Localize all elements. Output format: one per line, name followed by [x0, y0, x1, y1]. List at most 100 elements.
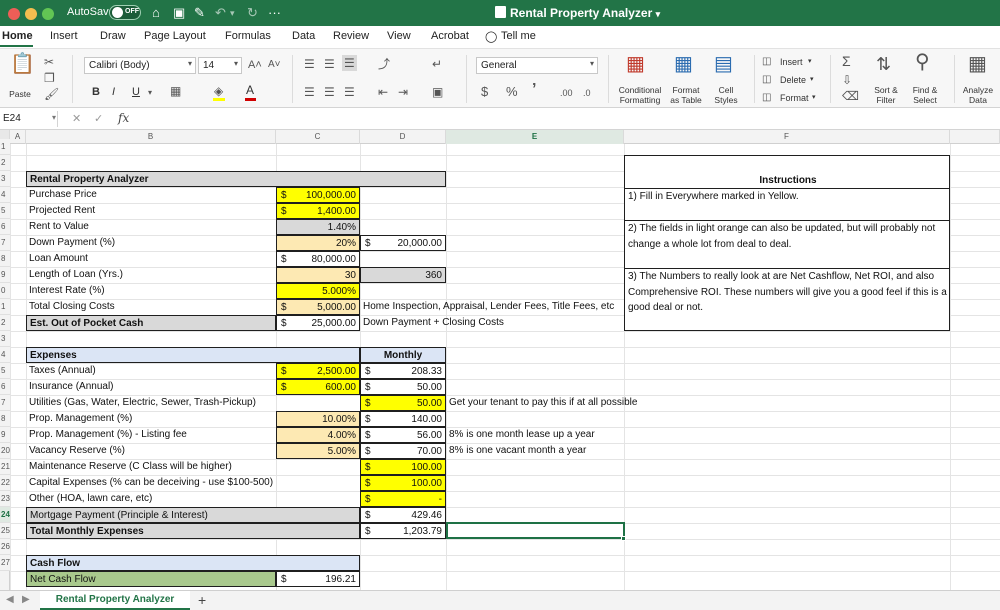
chevron-down-icon[interactable]: ▾	[148, 86, 152, 100]
label-other[interactable]: Other (HOA, lawn care, etc)	[26, 491, 276, 507]
autosum-icon[interactable]: Σ	[842, 54, 851, 68]
row-header[interactable]: 21	[0, 459, 10, 475]
label-capex[interactable]: Capital Expenses (% can be deceiving - u…	[26, 475, 276, 491]
redo-icon[interactable]: ↻	[247, 5, 258, 21]
row-header[interactable]: 2	[0, 155, 10, 171]
column-header-a[interactable]: A	[10, 130, 26, 144]
input-down-payment[interactable]: 20%	[276, 235, 360, 251]
row-header[interactable]: 23	[0, 491, 10, 507]
input-taxes[interactable]: $2,500.00	[276, 363, 360, 379]
row-header[interactable]: 7	[0, 235, 10, 251]
row-header[interactable]: 6	[0, 219, 10, 235]
wrap-text-icon[interactable]: ↵	[432, 57, 442, 71]
align-middle-icon[interactable]: ☰	[324, 57, 335, 71]
close-window-button[interactable]	[8, 8, 20, 20]
monthly-mortgage[interactable]: $429.46	[360, 507, 446, 523]
increase-decimal-icon[interactable]: .00	[560, 86, 573, 100]
format-as-table-button[interactable]: ▦ Format as Table	[666, 53, 706, 105]
label-down-payment[interactable]: Down Payment (%)	[26, 235, 276, 251]
label-loan-amount[interactable]: Loan Amount	[26, 251, 276, 267]
monthly-prop-mgmt[interactable]: $140.00	[360, 411, 446, 427]
row-header[interactable]: 3	[0, 171, 10, 187]
column-header-d[interactable]: D	[360, 130, 446, 144]
input-loan-length[interactable]: 30	[276, 267, 360, 283]
clear-icon[interactable]: ⌫	[842, 89, 859, 103]
italic-button[interactable]: I	[112, 85, 115, 99]
label-utilities[interactable]: Utilities (Gas, Water, Electric, Sewer, …	[26, 395, 276, 411]
merge-center-icon[interactable]: ▣	[432, 85, 443, 99]
fill-color-icon[interactable]: ◈	[214, 84, 223, 98]
label-prop-mgmt[interactable]: Prop. Management (%)	[26, 411, 276, 427]
undo-icon[interactable]: ↶	[215, 5, 226, 21]
font-name-select[interactable]: Calibri (Body) ▾	[84, 57, 196, 74]
note-vacancy[interactable]: 8% is one vacant month a year	[446, 443, 624, 459]
column-header-c[interactable]: C	[276, 130, 360, 144]
label-total-monthly[interactable]: Total Monthly Expenses	[26, 523, 360, 539]
label-mortgage[interactable]: Mortgage Payment (Principle & Interest)	[26, 507, 360, 523]
label-closing-costs[interactable]: Total Closing Costs	[26, 299, 276, 315]
input-maintenance[interactable]: $100.00	[360, 459, 446, 475]
borders-icon[interactable]: ▦	[170, 84, 181, 98]
save-icon[interactable]: ▣	[173, 5, 185, 21]
edit-icon[interactable]: ✎	[194, 5, 205, 21]
label-prop-mgmt-listing[interactable]: Prop. Management (%) - Listing fee	[26, 427, 276, 443]
tab-data[interactable]: Data	[292, 30, 315, 42]
next-sheet-icon[interactable]: ▶	[22, 594, 30, 605]
zoom-window-button[interactable]	[42, 8, 54, 20]
orientation-icon[interactable]: ⤴	[378, 57, 390, 71]
add-sheet-button[interactable]: +	[198, 592, 206, 608]
note-prop-mgmt-listing[interactable]: 8% is one month lease up a year	[446, 427, 624, 443]
insert-function-button[interactable]: fx	[118, 111, 129, 125]
column-header-b[interactable]: B	[26, 130, 276, 144]
row-header[interactable]: 25	[0, 523, 10, 539]
row-header[interactable]: 6	[0, 379, 10, 395]
label-vacancy[interactable]: Vacancy Reserve (%)	[26, 443, 276, 459]
input-utilities[interactable]: $50.00	[360, 395, 446, 411]
bold-button[interactable]: B	[92, 85, 100, 99]
input-insurance[interactable]: $600.00	[276, 379, 360, 395]
font-color-icon[interactable]: A	[246, 83, 254, 97]
sheet-tab-rental-property-analyzer[interactable]: Rental Property Analyzer	[40, 591, 190, 610]
note-out-of-pocket[interactable]: Down Payment + Closing Costs	[360, 315, 624, 331]
font-size-select[interactable]: 14 ▾	[198, 57, 242, 74]
instructions-box[interactable]: Instructions 1) Fill in Everywhere marke…	[624, 155, 950, 331]
formula-input[interactable]	[138, 110, 998, 128]
align-right-icon[interactable]: ☰	[344, 85, 355, 99]
monthly-prop-mgmt-listing[interactable]: $56.00	[360, 427, 446, 443]
analyze-data-button[interactable]: ▦ Analyze Data	[958, 53, 998, 105]
label-projected-rent[interactable]: Projected Rent	[26, 203, 276, 219]
input-vacancy[interactable]: 5.00%	[276, 443, 360, 459]
align-left-icon[interactable]: ☰	[304, 85, 315, 99]
decrease-decimal-icon[interactable]: .0	[583, 86, 591, 100]
align-bottom-icon[interactable]: ☰	[342, 55, 357, 71]
row-header[interactable]: 24	[0, 507, 10, 523]
row-header[interactable]: 1	[0, 299, 10, 315]
number-format-select[interactable]: General ▾	[476, 57, 598, 74]
tab-tell-me[interactable]: Tell me	[501, 30, 536, 42]
input-purchase-price[interactable]: $100,000.00	[276, 187, 360, 203]
label-net-cash-flow[interactable]: Net Cash Flow	[26, 571, 276, 587]
row-header[interactable]: 20	[0, 443, 10, 459]
label-maintenance[interactable]: Maintenance Reserve (C Class will be hig…	[26, 459, 276, 475]
copy-icon[interactable]: ❐	[44, 71, 55, 85]
input-capex[interactable]: $100.00	[360, 475, 446, 491]
paste-button[interactable]: 📋 Paste	[4, 53, 36, 105]
value-net-cash-flow[interactable]: $196.21	[276, 571, 360, 587]
monthly-total[interactable]: $1,203.79	[360, 523, 446, 539]
delete-cells-button[interactable]: ◫ Delete ▾	[762, 73, 822, 87]
column-header-f[interactable]: F	[624, 130, 950, 144]
percent-style-button[interactable]: %	[506, 85, 518, 99]
input-other[interactable]: $ -	[360, 491, 446, 507]
chevron-down-icon[interactable]: ▾	[52, 113, 56, 122]
monthly-header[interactable]: Monthly	[360, 347, 446, 363]
fill-handle[interactable]	[621, 536, 626, 541]
align-top-icon[interactable]: ☰	[304, 57, 315, 71]
row-header[interactable]: 5	[0, 203, 10, 219]
sort-filter-button[interactable]: ⇅ Sort & Filter	[868, 53, 904, 105]
label-rent-to-value[interactable]: Rent to Value	[26, 219, 276, 235]
note-closing-costs[interactable]: Home Inspection, Appraisal, Lender Fees,…	[360, 299, 624, 315]
format-cells-button[interactable]: ◫ Format ▾	[762, 91, 822, 105]
tab-draw[interactable]: Draw	[100, 30, 126, 42]
row-header[interactable]: 4	[0, 187, 10, 203]
monthly-insurance[interactable]: $50.00	[360, 379, 446, 395]
